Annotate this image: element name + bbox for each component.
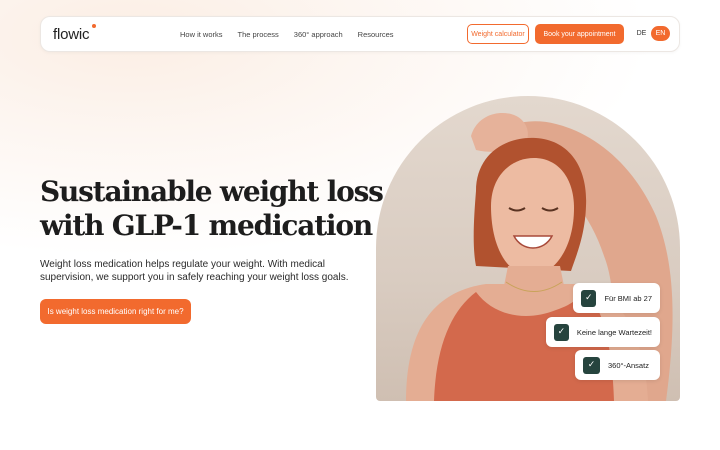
nav-links: How it works The process 360° approach R… [180, 30, 409, 39]
check-icon: ✓ [581, 289, 597, 307]
badge-bmi-label: Für BMI ab 27 [604, 293, 652, 303]
hero-subtitle: Weight loss medication helps regulate yo… [40, 259, 349, 283]
badge-no-wait-label: Keine lange Wartezeit! [576, 327, 652, 337]
logo-accent-dot [92, 24, 96, 28]
check-icon: ✓ [583, 356, 600, 374]
hero-title-line-1: Sustainable weight loss [40, 175, 384, 208]
language-switcher: DE EN [632, 26, 670, 41]
nav-link-resources[interactable]: Resources [358, 30, 394, 39]
weight-calculator-button[interactable]: Weight calculator [467, 24, 529, 44]
hero-title-line-2: with GLP-1 medication [40, 209, 373, 242]
top-navbar: flowic How it works The process 360° app… [40, 16, 680, 52]
nav-link-360-approach[interactable]: 360° approach [294, 30, 343, 39]
badge-bmi: ✓ Für BMI ab 27 [573, 283, 660, 313]
language-en[interactable]: EN [651, 26, 670, 41]
nav-link-the-process[interactable]: The process [238, 30, 279, 39]
eligibility-cta-button[interactable]: Is weight loss medication right for me? [40, 299, 191, 324]
language-de[interactable]: DE [632, 26, 651, 41]
badge-no-wait: ✓ Keine lange Wartezeit! [546, 317, 660, 347]
check-icon: ✓ [554, 323, 569, 341]
badge-360-label: 360°-Ansatz [608, 360, 649, 370]
hero-title: Sustainable weight loss with GLP-1 medic… [40, 175, 384, 243]
badge-360: ✓ 360°-Ansatz [575, 350, 660, 380]
book-appointment-button[interactable]: Book your appointment [535, 24, 624, 44]
nav-link-how-it-works[interactable]: How it works [180, 30, 223, 39]
logo[interactable]: flowic [53, 26, 90, 43]
